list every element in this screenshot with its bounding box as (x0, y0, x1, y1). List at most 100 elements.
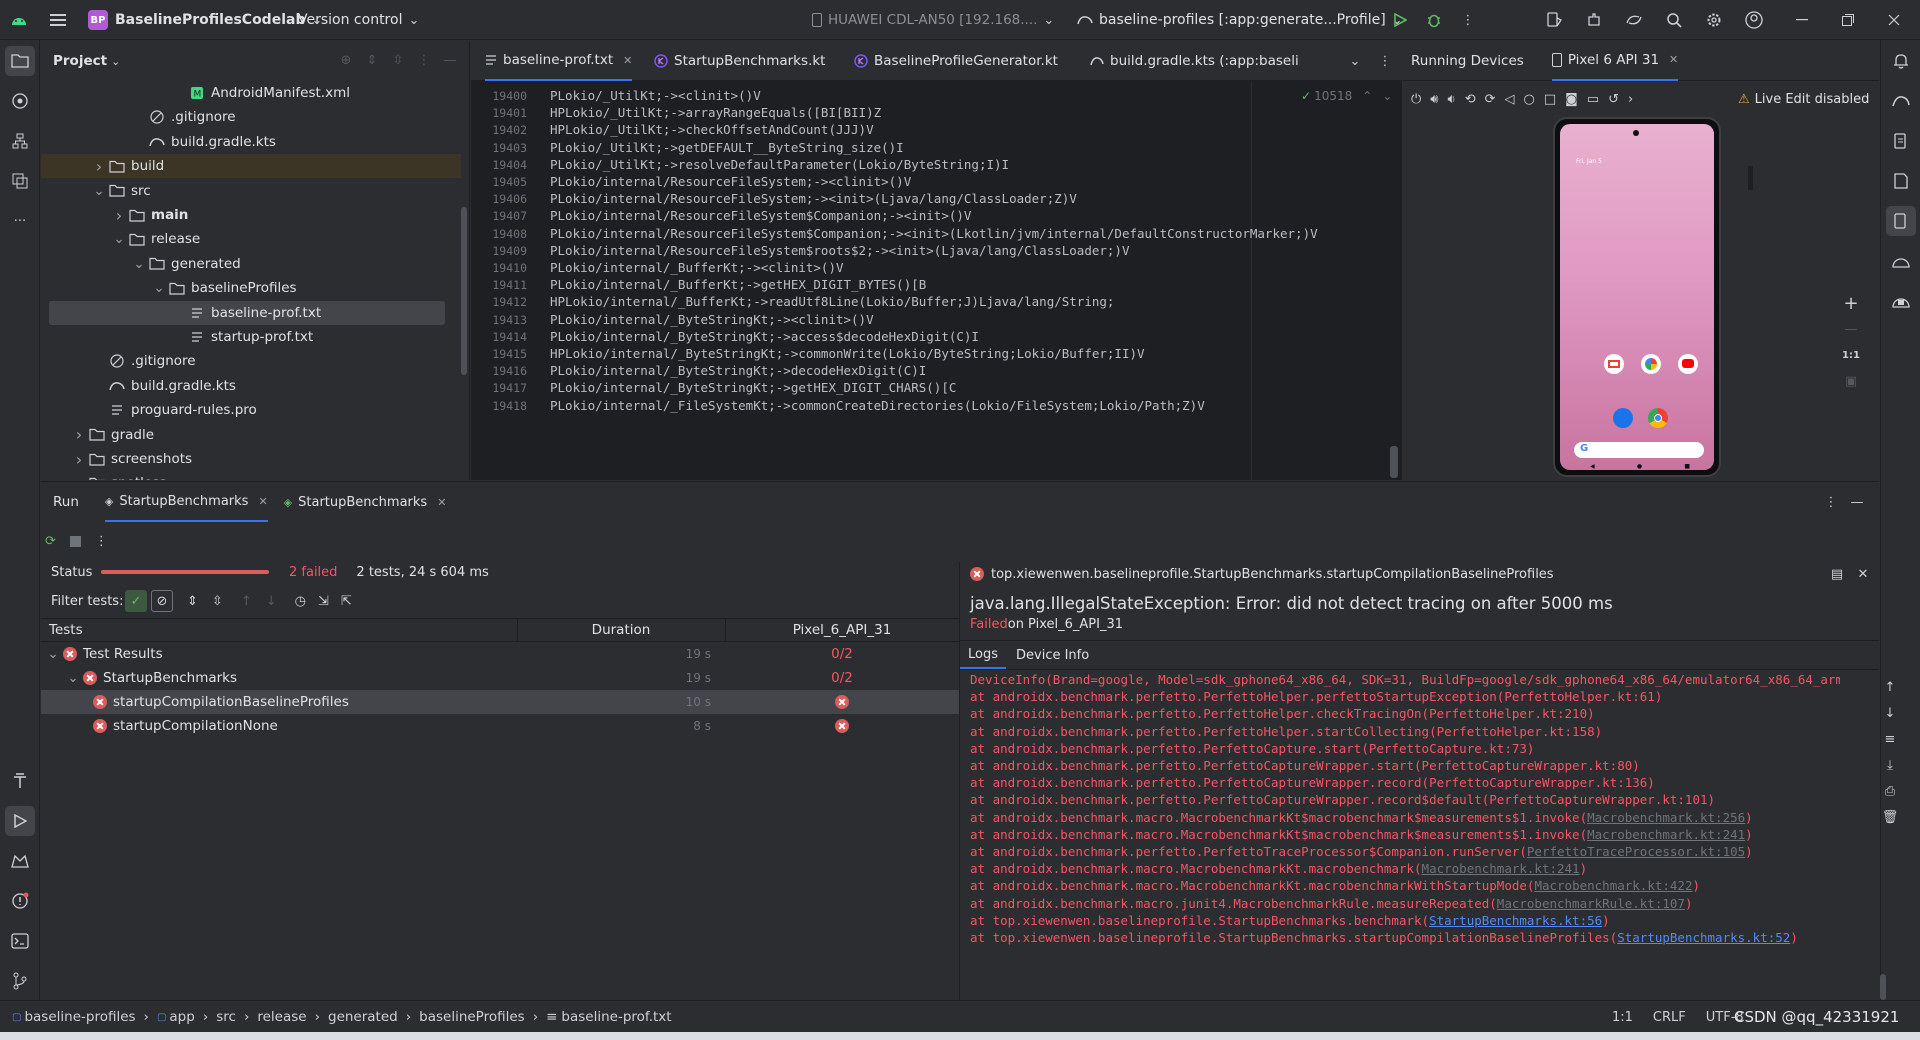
code-line[interactable]: HPLokio/internal/_ByteStringKt;->commonW… (550, 346, 1145, 361)
cursor-position[interactable]: 1:1 (1612, 1010, 1633, 1025)
collapse-all-icon[interactable]: ⇳ (389, 51, 407, 69)
line-separator[interactable]: CRLF (1653, 1010, 1686, 1025)
tab-build-gradle[interactable]: build.gradle.kts (:app:baselineprofile (1090, 41, 1300, 81)
options-icon[interactable]: ⋮ (415, 51, 433, 69)
android-studio-icon[interactable] (10, 12, 28, 28)
structure-icon[interactable] (5, 126, 35, 156)
tree-item[interactable]: ⌄ baselineProfiles (41, 276, 461, 300)
log-link[interactable]: Macrobenchmark.kt:422 (1534, 878, 1692, 893)
run-options-icon[interactable]: ⋮ (1821, 492, 1841, 512)
emulator-icon[interactable] (1886, 246, 1916, 276)
logcat-icon[interactable] (5, 846, 35, 876)
table-row[interactable]: ⌄ StartupBenchmarks 19 s 0/2 (41, 666, 959, 690)
zoom-reset-label[interactable]: 1:1 (1839, 343, 1863, 367)
tree-item[interactable]: › main (41, 203, 461, 227)
tabs-more-icon[interactable]: ⋮ (1375, 51, 1395, 71)
app-inspection-icon[interactable] (1886, 166, 1916, 196)
tab-logs[interactable]: Logs (960, 641, 1006, 669)
code-line[interactable]: PLokio/internal/_FileSystemKt;->commonCr… (550, 398, 1205, 413)
breadcrumb-item[interactable]: baseline-profiles (24, 1009, 135, 1025)
tree-item[interactable]: .gitignore (41, 105, 461, 129)
project-selector[interactable]: BP BaselineProfilesCodelab ⌄ (88, 8, 322, 32)
open-in-editor-icon[interactable]: ▤ (1828, 565, 1846, 583)
hide-run-panel-icon[interactable]: — (1847, 492, 1867, 512)
tab-startup-benchmarks[interactable]: StartupBenchmarks.kt (654, 41, 825, 81)
gradle-tool-icon[interactable] (1886, 86, 1916, 116)
expand-tests-icon[interactable]: ⇕ (187, 594, 198, 609)
chevron-down-icon[interactable]: ⌄ (45, 646, 61, 662)
run-tab-2[interactable]: ◈ StartupBenchmarks ✕ (284, 482, 447, 522)
project-tool-icon[interactable] (5, 46, 35, 76)
tree-item[interactable]: › gradle (41, 423, 461, 447)
table-row[interactable]: startupCompilationBaselineProfiles 10 s (41, 690, 959, 714)
close-window-icon[interactable] (1884, 10, 1904, 30)
git-icon[interactable] (5, 966, 35, 996)
tab-pixel-6[interactable]: Pixel 6 API 31 ✕ (1551, 41, 1679, 81)
account-icon[interactable] (1744, 10, 1764, 30)
log-link[interactable]: StartupBenchmarks.kt:52 (1617, 930, 1790, 945)
home-icon[interactable]: ○ (1524, 92, 1535, 107)
tree-item[interactable]: › spotless (41, 471, 461, 480)
breadcrumb-item[interactable]: src (216, 1009, 236, 1025)
prev-failed-icon[interactable]: ↑ (241, 594, 252, 609)
volume-down-icon[interactable]: 🔉︎ (1448, 92, 1456, 107)
photos-app-icon[interactable] (1641, 354, 1661, 374)
code-line[interactable]: PLokio/_UtilKt;-><clinit>()V (550, 88, 761, 103)
log-link[interactable]: MacrobenchmarkRule.kt:107 (1497, 896, 1685, 911)
code-line[interactable]: PLokio/internal/_ByteStringKt;-><clinit>… (550, 312, 874, 327)
resource-manager-icon[interactable] (5, 86, 35, 116)
zoom-out-icon[interactable]: — (1839, 317, 1863, 341)
tab-device-info[interactable]: Device Info (1006, 641, 1099, 669)
breadcrumb-item[interactable]: app (169, 1009, 194, 1025)
log-output[interactable]: DeviceInfo(Brand=google, Model=sdk_gphon… (960, 670, 1840, 1001)
breadcrumb-item[interactable]: baseline-prof.txt (561, 1009, 671, 1025)
log-link[interactable]: Macrobenchmark.kt:241 (1422, 861, 1580, 876)
code-line[interactable]: PLokio/internal/_BufferKt;-><clinit>()V (550, 260, 844, 275)
notifications-icon[interactable] (1886, 46, 1916, 76)
log-link[interactable]: Macrobenchmark.kt:256 (1587, 810, 1745, 825)
tree-item[interactable]: M AndroidManifest.xml (41, 81, 461, 105)
run-config-selector[interactable]: baseline-profiles [:app:generate...Profi… (1077, 8, 1403, 32)
build-variants-icon[interactable] (5, 166, 35, 196)
snapshot-icon[interactable]: ↺ (1608, 92, 1619, 107)
device-mirroring-icon[interactable] (1886, 286, 1916, 316)
running-devices-tool-icon[interactable] (1886, 206, 1916, 236)
soft-wrap-icon[interactable]: ≡ (1880, 729, 1900, 749)
main-menu-icon[interactable] (48, 10, 68, 30)
breadcrumb-item[interactable]: baselineProfiles (419, 1009, 525, 1025)
code-line[interactable]: PLokio/internal/ResourceFileSystem;-><cl… (550, 174, 911, 189)
close-tab-icon[interactable]: ✕ (437, 496, 446, 509)
next-failed-icon[interactable]: ↓ (266, 594, 277, 609)
chevron-down-icon[interactable]: ⌄ (111, 231, 127, 247)
tree-item[interactable]: › screenshots (41, 447, 461, 471)
expand-all-icon[interactable]: ⇕ (363, 51, 381, 69)
close-tab-icon[interactable]: ✕ (1669, 53, 1678, 66)
project-scrollbar[interactable] (461, 207, 467, 375)
tree-item[interactable]: baseline-prof.txt (49, 300, 445, 325)
tree-item[interactable]: startup-prof.txt (41, 325, 461, 349)
gmail-app-icon[interactable] (1604, 354, 1624, 374)
log-link[interactable]: StartupBenchmarks.kt:56 (1429, 913, 1602, 928)
log-link[interactable]: PerfettoTraceProcessor.kt:105 (1527, 844, 1745, 859)
export-tests-icon[interactable]: ⇱ (341, 594, 352, 609)
chevron-right-icon[interactable]: › (71, 474, 87, 480)
tab-baseline-prof[interactable]: baseline-prof.txt ✕ (485, 41, 633, 81)
back-icon[interactable]: ◁ (1505, 92, 1515, 107)
close-tab-icon[interactable]: ✕ (623, 54, 632, 67)
tab-baseline-profile-generator[interactable]: BaselineProfileGenerator.kt (854, 41, 1058, 81)
device-selector[interactable]: HUAWEI CDL-AN50 [192.168.... ⌄ (812, 8, 1054, 32)
locate-icon[interactable]: ⊕ (337, 51, 355, 69)
show-passed-icon[interactable]: ✓ (125, 590, 147, 612)
code-line[interactable]: PLokio/internal/ResourceFileSystem$Compa… (550, 208, 971, 223)
debug-icon[interactable] (1424, 10, 1444, 30)
chevron-right-icon[interactable]: › (71, 425, 87, 444)
chevron-right-icon[interactable]: › (91, 157, 107, 176)
version-control-menu[interactable]: Version control ⌄ (298, 8, 419, 32)
chevron-down-icon[interactable]: ⌄ (131, 256, 147, 272)
print-icon[interactable]: ⎙ (1880, 781, 1900, 801)
code-line[interactable]: PLokio/internal/ResourceFileSystem;-><in… (550, 191, 1077, 206)
code-line[interactable]: PLokio/internal/_ByteStringKt;->access$d… (550, 329, 979, 344)
zoom-in-icon[interactable]: + (1839, 291, 1863, 315)
code-line[interactable]: HPLokio/internal/_BufferKt;->readUtf8Lin… (550, 294, 1114, 309)
scroll-up-icon[interactable]: ↑ (1880, 677, 1900, 697)
